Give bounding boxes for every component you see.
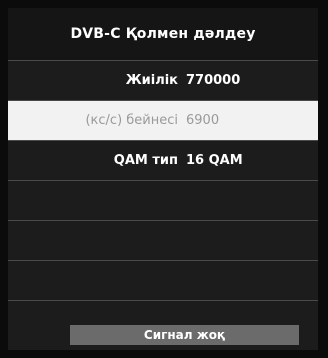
frequency-value[interactable]: 770000 <box>186 61 240 100</box>
symbol-rate-label: (кс/с) бейнесі <box>85 113 178 128</box>
empty-row <box>8 261 318 301</box>
signal-status-bar: Сигнал жоқ <box>70 325 299 345</box>
frequency-label: Жиілік <box>125 73 178 88</box>
qam-type-value[interactable]: 16 QAM <box>186 141 243 180</box>
qam-type-row[interactable]: QAM тип 16 QAM <box>8 141 318 181</box>
qam-type-label: QAM тип <box>113 153 178 168</box>
tv-menu-screen: DVB-C Қолмен дәлдеу Жиілік 770000 (кс/с)… <box>8 8 318 350</box>
menu-header: DVB-C Қолмен дәлдеу <box>8 8 318 60</box>
frequency-row[interactable]: Жиілік 770000 <box>8 60 318 101</box>
signal-status-text: Сигнал жоқ <box>143 328 226 342</box>
empty-row <box>8 221 318 261</box>
symbol-rate-value[interactable]: 6900 <box>186 101 219 140</box>
symbol-rate-row[interactable]: (кс/с) бейнесі 6900 <box>8 101 318 141</box>
settings-list: Жиілік 770000 (кс/с) бейнесі 6900 QAM ти… <box>8 60 318 301</box>
menu-title: DVB-C Қолмен дәлдеу <box>70 26 256 42</box>
empty-row <box>8 181 318 221</box>
